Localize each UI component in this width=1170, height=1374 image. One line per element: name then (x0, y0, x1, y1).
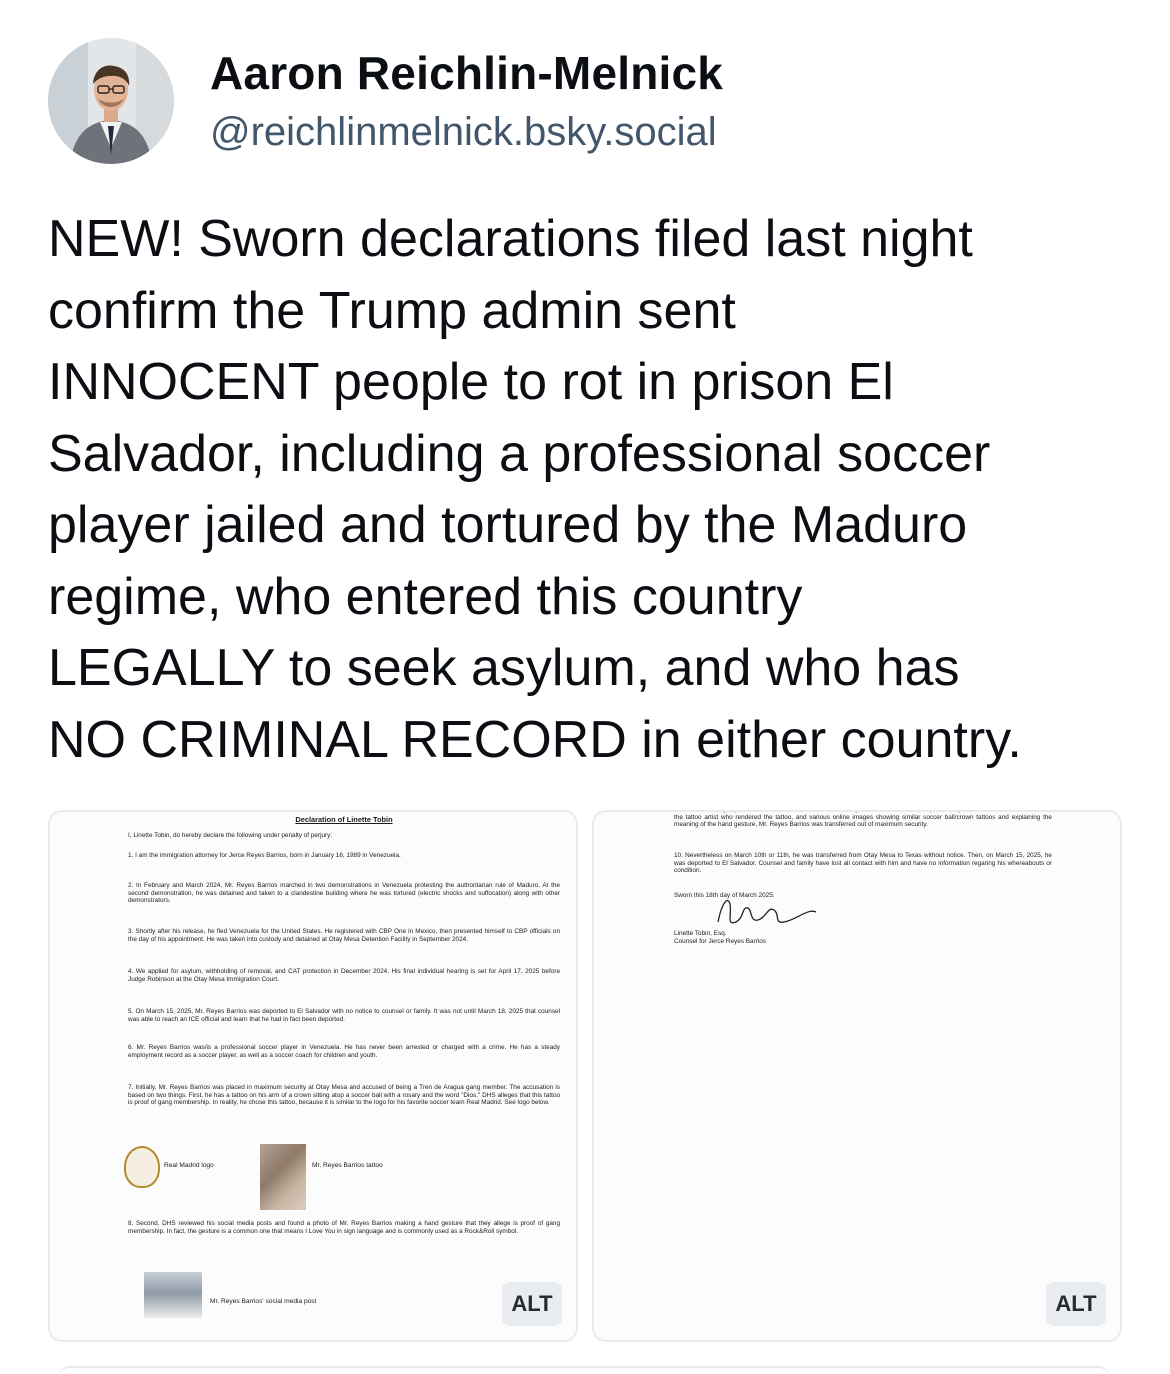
declaration-paragraph-2: 2. In February and March 2024, Mr. Reyes… (128, 882, 560, 905)
declaration-paragraph-5: 5. On March 15, 2025, Mr. Reyes Barrios … (128, 1008, 560, 1023)
declaration-title: Declaration of Linette Tobin (295, 815, 393, 824)
tattoo-photo (260, 1144, 306, 1210)
declaration-paragraph-1: 1. I am the immigration attorney for Jer… (128, 852, 401, 859)
author-handle[interactable]: @reichlinmelnick.bsky.social (210, 110, 717, 155)
social-media-photo (144, 1272, 202, 1318)
signer-role: Counsel for Jerce Reyes Barrios (674, 938, 766, 945)
real-madrid-logo-icon (124, 1146, 160, 1188)
social-photo-caption: Mr. Reyes Barrios' social media post (210, 1298, 317, 1305)
post-image-2[interactable]: 9. After submitting a police clearance f… (592, 810, 1122, 1342)
declaration-paragraph-9: 9. After submitting a police clearance f… (674, 812, 1052, 829)
alt-text-button[interactable]: ALT (502, 1282, 562, 1326)
declaration-paragraph-4: 4. We applied for asylum, withholding of… (128, 968, 560, 983)
author-display-name[interactable]: Aaron Reichlin-Melnick (210, 46, 723, 100)
signature-icon (717, 899, 817, 924)
signer-name: Linette Tobin, Esq. (674, 930, 727, 937)
declaration-paragraph-6: 6. Mr. Reyes Barrios was/is a profession… (128, 1044, 560, 1059)
post-image-1[interactable]: Declaration of Linette Tobin I, Linette … (48, 810, 578, 1342)
post-text: NEW! Sworn declarations filed last night… (48, 210, 1022, 769)
declaration-paragraph-3: 3. Shortly after his release, he fled Ve… (128, 928, 560, 943)
declaration-intro: I, Linette Tobin, do hereby declare the … (128, 832, 333, 839)
alt-text-button[interactable]: ALT (1046, 1282, 1106, 1326)
declaration-paragraph-7: 7. Initially, Mr. Reyes Barrios was plac… (128, 1084, 560, 1107)
tattoo-caption: Mr. Reyes Barrios tattoo (312, 1162, 383, 1169)
person-avatar-icon (48, 38, 174, 164)
logo-caption: Real Madrid logo (164, 1162, 214, 1169)
declaration-paragraph-8: 8. Second, DHS reviewed his social media… (128, 1220, 560, 1235)
post-header: Aaron Reichlin-Melnick @reichlinmelnick.… (48, 38, 1128, 164)
author-avatar[interactable] (48, 38, 174, 164)
declaration-paragraph-10: 10. Nevertheless on March 10th or 11th, … (674, 852, 1052, 875)
next-post-card-edge (58, 1366, 1110, 1374)
